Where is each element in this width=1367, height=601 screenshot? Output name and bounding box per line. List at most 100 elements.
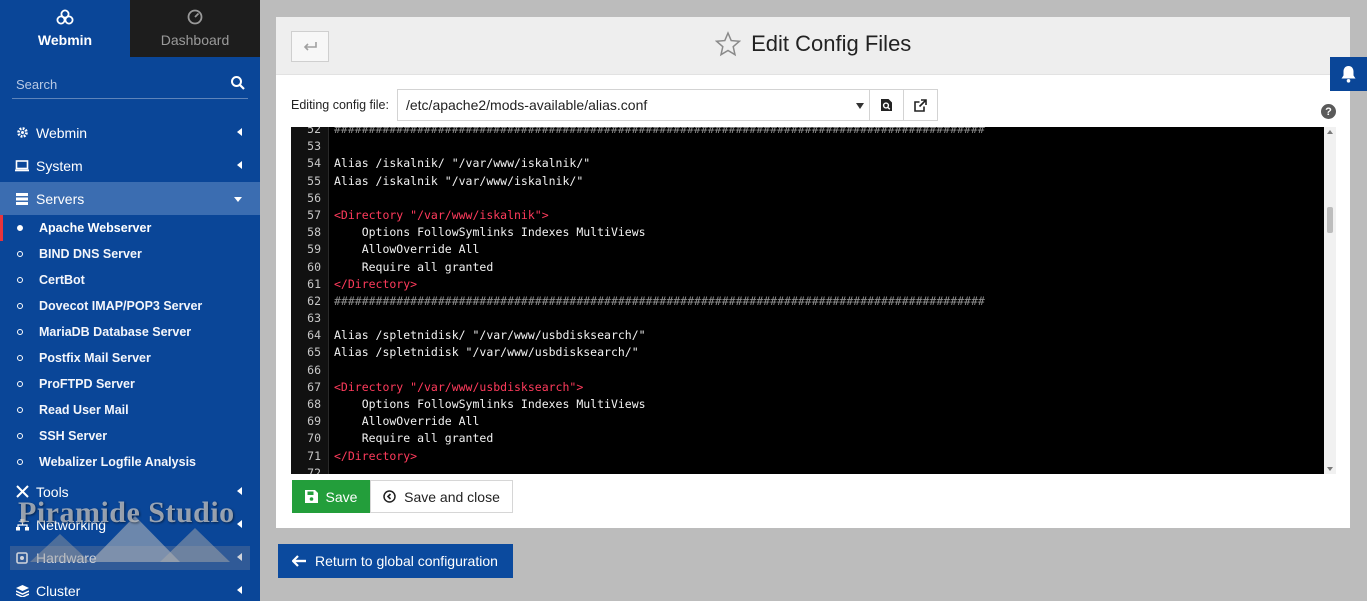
bullet-icon xyxy=(17,407,23,413)
sidebar-item-webalizer[interactable]: Webalizer Logfile Analysis xyxy=(0,449,260,475)
sidebar-category-webmin[interactable]: Webmin xyxy=(0,116,260,149)
sidebar-category-servers[interactable]: Servers xyxy=(0,182,260,215)
sidebar-item-proftpd[interactable]: ProFTPD Server xyxy=(0,371,260,397)
star-icon[interactable] xyxy=(714,31,741,57)
sidebar-item-label: SSH Server xyxy=(39,429,108,443)
floppy-disk-icon xyxy=(304,490,318,503)
line-text: Options FollowSymlinks Indexes MultiView… xyxy=(334,397,646,411)
scroll-thumb[interactable] xyxy=(1327,207,1333,233)
sidebar-item-label: Dovecot IMAP/POP3 Server xyxy=(39,299,203,313)
sidebar-item-bind-dns-server[interactable]: BIND DNS Server xyxy=(0,241,260,267)
line-number: 54 xyxy=(307,156,321,171)
page-title: Edit Config Files xyxy=(751,31,912,56)
sidebar-search-input[interactable]: Search xyxy=(12,73,248,99)
tab-dashboard-label: Dashboard xyxy=(160,32,230,48)
view-file-button[interactable] xyxy=(869,89,904,121)
line-number: 53 xyxy=(307,139,321,154)
sidebar-category-label: Webmin xyxy=(36,124,88,141)
bullet-icon xyxy=(17,277,23,283)
sidebar-category-cluster[interactable]: Cluster xyxy=(0,574,260,601)
page-title-wrap: Edit Config Files xyxy=(276,31,1350,57)
scroll-up-icon[interactable] xyxy=(1327,130,1333,134)
sidebar-category-system[interactable]: System xyxy=(0,149,260,182)
code-line: 65 Alias /spletnidisk "/var/www/usbdiskse… xyxy=(291,344,1321,361)
code-line: 71 </Directory> xyxy=(291,448,1321,465)
bullet-icon xyxy=(17,251,23,257)
tab-dashboard[interactable]: Dashboard xyxy=(130,0,260,57)
chevron-down-icon xyxy=(234,197,242,202)
sidebar-item-apache-webserver[interactable]: Apache Webserver xyxy=(0,215,260,241)
code-line: 53 xyxy=(291,138,1321,155)
line-text: ########################################… xyxy=(334,127,985,136)
notifications-button[interactable] xyxy=(1330,57,1367,91)
save-button[interactable]: Save xyxy=(292,480,370,513)
line-text xyxy=(321,465,334,474)
tab-webmin[interactable]: Webmin xyxy=(0,0,130,57)
bell-icon xyxy=(1341,66,1356,83)
code-line: 69 AllowOverride All xyxy=(291,413,1321,430)
sidebar-item-read-user-mail[interactable]: Read User Mail xyxy=(0,397,260,423)
arrow-left-icon xyxy=(292,555,306,567)
config-file-label: Editing config file: xyxy=(291,98,389,112)
save-button-label: Save xyxy=(325,488,358,505)
main-panel: Edit Config Files Editing config file: /… xyxy=(276,17,1350,528)
line-text: ########################################… xyxy=(334,293,985,308)
sidebar-item-label: Postfix Mail Server xyxy=(39,351,151,365)
config-file-row: Editing config file: /etc/apache2/mods-a… xyxy=(291,89,938,121)
line-text: </Directory> xyxy=(334,448,418,463)
sidebar-item-dovecot[interactable]: Dovecot IMAP/POP3 Server xyxy=(0,293,260,319)
line-text: AllowOverride All xyxy=(334,414,480,429)
line-number: 52 xyxy=(307,127,321,136)
sidebar-item-label: CertBot xyxy=(39,273,85,287)
sidebar-item-mariadb[interactable]: MariaDB Database Server xyxy=(0,319,260,345)
return-to-global-config-button[interactable]: Return to global configuration xyxy=(278,544,513,578)
search-placeholder: Search xyxy=(16,77,58,92)
open-external-button[interactable] xyxy=(903,89,938,121)
save-and-close-button[interactable]: Save and close xyxy=(370,480,513,513)
editor-scrollbar[interactable] xyxy=(1324,127,1336,474)
sidebar-item-certbot[interactable]: CertBot xyxy=(0,267,260,293)
dashboard-gauge-icon xyxy=(187,9,203,29)
code-lines: 52 ######################################… xyxy=(291,127,1321,474)
line-number: 58 xyxy=(307,225,321,240)
line-text: Alias /spletnidisk/ "/var/www/usbdisksea… xyxy=(334,328,646,343)
line-number: 56 xyxy=(307,190,321,205)
help-icon[interactable]: ? xyxy=(1321,104,1336,119)
code-line: 58 Options FollowSymlinks Indexes MultiV… xyxy=(291,224,1321,241)
line-number: 59 xyxy=(307,242,321,257)
line-text xyxy=(321,138,334,155)
monitor-icon xyxy=(14,159,30,173)
gear-icon xyxy=(14,126,30,140)
sidebar-item-ssh-server[interactable]: SSH Server xyxy=(0,423,260,449)
line-number: 65 xyxy=(307,345,321,360)
scroll-down-icon[interactable] xyxy=(1327,467,1333,471)
code-line: 62 ######################################… xyxy=(291,293,1321,310)
code-line: 59 AllowOverride All xyxy=(291,241,1321,258)
caret-down-icon xyxy=(855,103,864,109)
config-file-select[interactable]: /etc/apache2/mods-available/alias.conf xyxy=(396,89,870,121)
code-editor[interactable]: 52 ######################################… xyxy=(291,127,1336,474)
line-number: 61 xyxy=(307,276,321,291)
code-line: 67 <Directory "/var/www/usbdisksearch"> xyxy=(291,379,1321,396)
sidebar-category-networking[interactable]: Networking xyxy=(0,508,260,541)
sidebar-item-label: Webalizer Logfile Analysis xyxy=(39,455,196,469)
sidebar-item-postfix[interactable]: Postfix Mail Server xyxy=(0,345,260,371)
line-number: 66 xyxy=(307,362,321,377)
sidebar-category-label: Hardware xyxy=(36,549,97,566)
sidebar-category-label: System xyxy=(36,157,83,174)
sidebar-item-label: BIND DNS Server xyxy=(39,247,142,261)
bullet-icon xyxy=(17,225,23,231)
line-text: </Directory> xyxy=(334,276,418,291)
sidebar-category-hardware[interactable]: Hardware xyxy=(0,541,260,574)
code-line: 64 Alias /spletnidisk/ "/var/www/usbdisks… xyxy=(291,327,1321,344)
line-text xyxy=(321,190,334,207)
sidebar-category-tools[interactable]: Tools xyxy=(0,475,260,508)
external-link-icon xyxy=(914,98,927,112)
bullet-icon xyxy=(17,381,23,387)
bullet-icon xyxy=(17,355,23,361)
search-icon[interactable] xyxy=(230,75,246,91)
code-line: 68 Options FollowSymlinks Indexes MultiV… xyxy=(291,396,1321,413)
sidebar-item-label: Apache Webserver xyxy=(39,221,152,235)
code-line: 56 xyxy=(291,190,1321,207)
line-number: 68 xyxy=(307,397,321,411)
